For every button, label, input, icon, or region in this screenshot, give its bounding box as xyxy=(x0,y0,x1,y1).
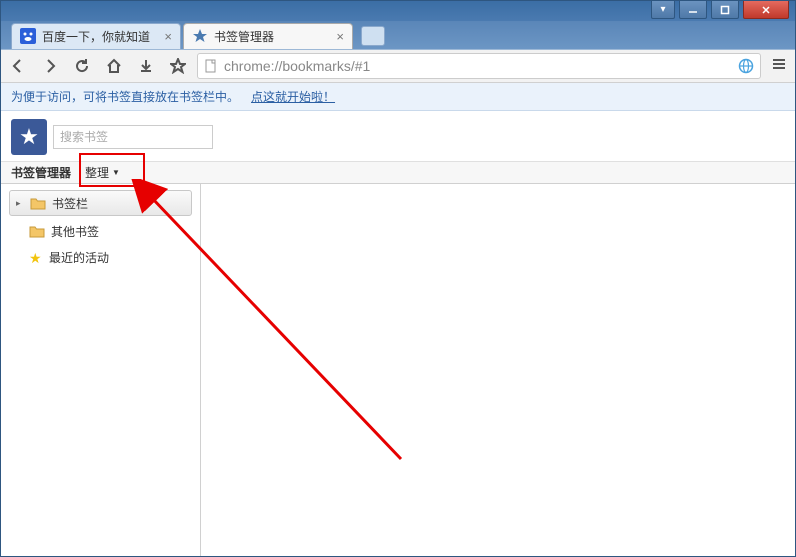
home-icon xyxy=(106,58,122,74)
tab-strip: 百度一下，你就知道 × 书签管理器 × xyxy=(1,21,795,50)
expand-triangle-icon[interactable]: ▸ xyxy=(16,198,21,209)
star-favicon-icon xyxy=(192,28,208,44)
nav-toolbar: chrome://bookmarks/#1 xyxy=(1,50,795,83)
close-icon xyxy=(761,5,771,15)
window-dropdown-button[interactable]: ▾ xyxy=(651,1,675,19)
bookmark-manager-logo-icon: ★ xyxy=(11,119,47,155)
arrow-right-icon xyxy=(42,58,58,74)
forward-button[interactable] xyxy=(41,57,59,75)
dropdown-triangle-icon: ▼ xyxy=(112,168,120,177)
tree-item-label: 书签栏 xyxy=(52,195,88,212)
tab-title: 书签管理器 xyxy=(214,28,330,45)
bookmark-star-button[interactable] xyxy=(169,57,187,75)
star-icon: ★ xyxy=(29,250,43,264)
window-titlebar: ▾ xyxy=(1,1,795,21)
page-icon xyxy=(204,59,218,73)
manager-label: 书签管理器 xyxy=(11,164,71,181)
download-button[interactable] xyxy=(137,57,155,75)
baidu-favicon-icon xyxy=(20,28,36,44)
maximize-icon xyxy=(720,5,730,15)
tab-close-icon[interactable]: × xyxy=(336,29,344,44)
reload-button[interactable] xyxy=(73,57,91,75)
menu-button[interactable] xyxy=(771,56,787,77)
address-bar[interactable]: chrome://bookmarks/#1 xyxy=(197,53,761,79)
window-maximize-button[interactable] xyxy=(711,1,739,19)
star-icon xyxy=(170,58,186,74)
arrow-left-icon xyxy=(10,58,26,74)
tree-item-bookmarks-bar[interactable]: ▸ 书签栏 xyxy=(9,190,192,216)
window-minimize-button[interactable] xyxy=(679,1,707,19)
tree-item-label: 最近的活动 xyxy=(49,249,109,266)
folder-icon xyxy=(30,196,46,210)
tab-close-icon[interactable]: × xyxy=(164,29,172,44)
bookmark-search-input[interactable] xyxy=(53,125,213,149)
tab-title: 百度一下，你就知道 xyxy=(42,28,158,45)
url-text: chrome://bookmarks/#1 xyxy=(224,58,732,74)
folder-icon xyxy=(29,224,45,238)
tree-item-other-bookmarks[interactable]: 其他书签 xyxy=(1,218,200,244)
minimize-icon xyxy=(688,5,698,15)
back-button[interactable] xyxy=(9,57,27,75)
bookmark-manager-header: ★ xyxy=(1,111,795,161)
tree-item-recent[interactable]: ★ 最近的活动 xyxy=(1,244,200,270)
reload-icon xyxy=(74,58,90,74)
tab-bookmarks[interactable]: 书签管理器 × xyxy=(183,23,353,49)
info-bar-text: 为便于访问，可将书签直接放在书签栏中。 xyxy=(11,88,239,105)
bookmark-list-pane xyxy=(201,184,795,556)
chevron-down-icon: ▾ xyxy=(660,4,665,15)
window-close-button[interactable] xyxy=(743,1,789,19)
home-button[interactable] xyxy=(105,57,123,75)
bookmark-body: ▸ 书签栏 其他书签 ★ 最近的活动 xyxy=(1,184,795,556)
tab-baidu[interactable]: 百度一下，你就知道 × xyxy=(11,23,181,49)
organize-menu[interactable]: 整理 ▼ xyxy=(85,164,120,181)
download-icon xyxy=(138,58,154,74)
new-tab-button[interactable] xyxy=(361,26,385,46)
hamburger-icon xyxy=(771,56,787,72)
tree-item-label: 其他书签 xyxy=(51,223,99,240)
organize-label: 整理 xyxy=(85,164,109,181)
bookmark-tree: ▸ 书签栏 其他书签 ★ 最近的活动 xyxy=(1,184,201,556)
globe-icon xyxy=(738,58,754,74)
info-bar-link[interactable]: 点这就开始啦！ xyxy=(251,88,335,105)
info-bar: 为便于访问，可将书签直接放在书签栏中。 点这就开始啦！ xyxy=(1,83,795,110)
bookmark-menubar: 书签管理器 整理 ▼ xyxy=(1,161,795,185)
